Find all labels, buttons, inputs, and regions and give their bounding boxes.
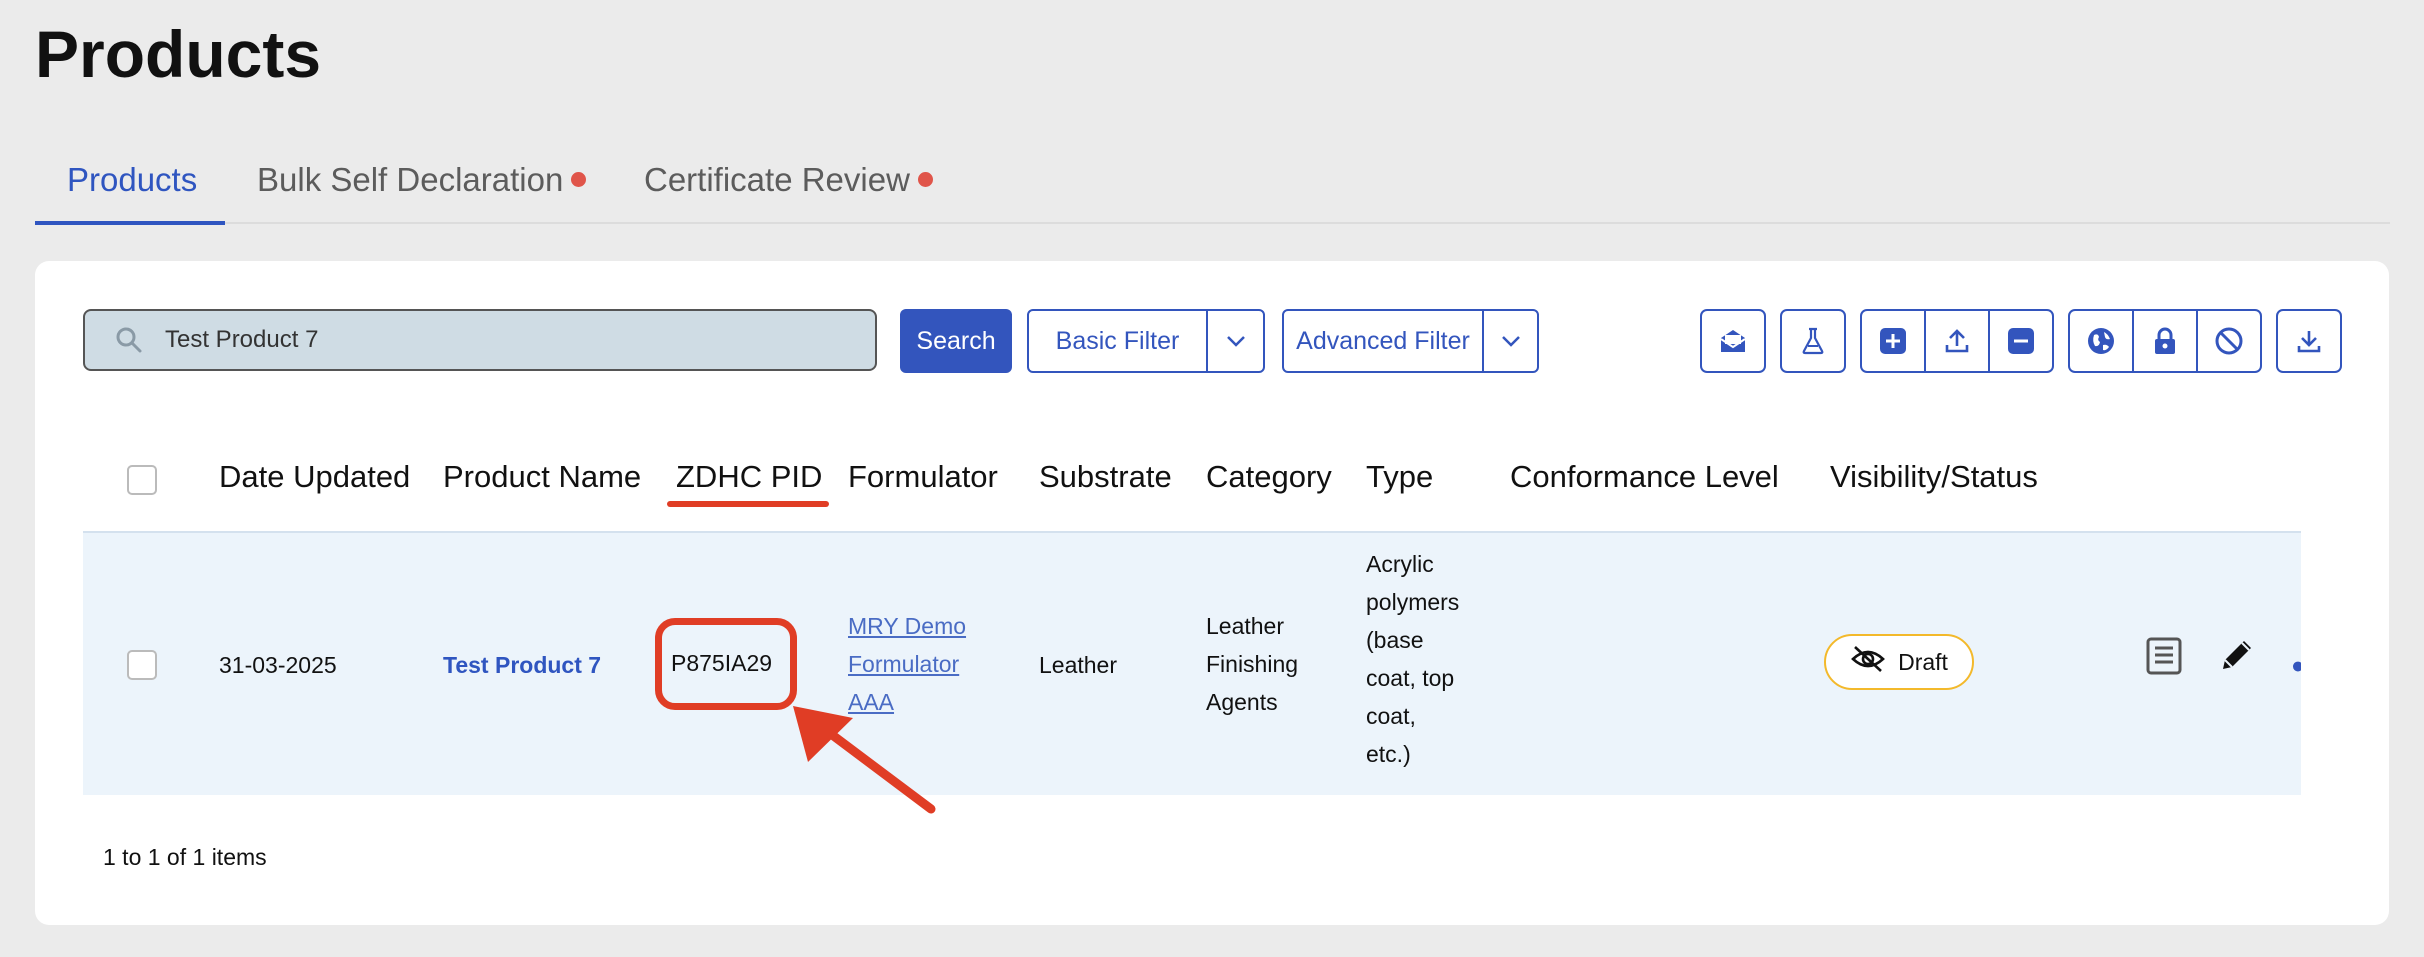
advanced-filter-dropdown[interactable]: Advanced Filter	[1282, 309, 1539, 373]
envelope-open-icon[interactable]	[1702, 311, 1764, 371]
type-line: etc.)	[1366, 741, 1411, 767]
search-button[interactable]: Search	[900, 309, 1012, 373]
cell-date-updated: 31-03-2025	[219, 652, 337, 678]
column-header-formulator[interactable]: Formulator	[848, 457, 998, 497]
chevron-down-icon[interactable]	[1208, 311, 1263, 371]
chevron-down-icon[interactable]	[1484, 311, 1537, 371]
product-name-link[interactable]: Test Product 7	[443, 646, 601, 684]
column-header-conformance-level[interactable]: Conformance Level	[1510, 457, 1779, 497]
formulator-line: MRY Demo	[848, 613, 967, 639]
search-icon	[115, 326, 143, 359]
type-line: coat, top	[1366, 665, 1455, 691]
search-input[interactable]	[165, 311, 845, 369]
ban-icon[interactable]	[2196, 311, 2260, 371]
basic-filter-label[interactable]: Basic Filter	[1029, 311, 1208, 371]
tab-bar: Products Bulk Self Declaration Certifica…	[35, 140, 2390, 225]
product-actions-group	[1860, 309, 2054, 373]
type-line: coat,	[1366, 703, 1416, 729]
lab-button-group	[1780, 309, 1846, 373]
cell-category: Leather Finishing Agents	[1206, 607, 1298, 721]
download-icon[interactable]	[2278, 311, 2340, 371]
tab-certificate-review-label: Certificate Review	[644, 161, 910, 198]
type-line: Acrylic	[1366, 551, 1434, 577]
plus-square-icon[interactable]	[1862, 311, 1924, 371]
pagination-summary: 1 to 1 of 1 items	[103, 844, 267, 870]
column-header-substrate[interactable]: Substrate	[1039, 457, 1172, 497]
type-line: polymers	[1366, 589, 1460, 615]
invite-button-group	[1700, 309, 1766, 373]
flask-icon[interactable]	[1782, 311, 1844, 371]
category-line: Leather	[1206, 613, 1285, 639]
pencil-icon[interactable]	[2217, 635, 2257, 686]
search-box	[83, 309, 877, 371]
basic-filter-dropdown[interactable]: Basic Filter	[1027, 309, 1265, 373]
tab-products-label: Products	[67, 161, 198, 198]
page-title: Products	[35, 17, 322, 91]
tab-bulk-self-declaration-label: Bulk Self Declaration	[257, 161, 564, 198]
document-icon[interactable]	[2145, 636, 2183, 687]
column-header-product-name[interactable]: Product Name	[443, 457, 641, 497]
column-header-type[interactable]: Type	[1366, 457, 1433, 497]
annotation-underline	[667, 501, 829, 507]
eye-slash-icon	[1850, 644, 1886, 680]
active-tab-indicator	[35, 221, 225, 225]
tab-products[interactable]: Products	[67, 140, 197, 220]
status-label: Draft	[1898, 648, 1948, 675]
type-line: (base	[1366, 627, 1424, 653]
tab-certificate-review[interactable]: Certificate Review	[644, 140, 933, 220]
lock-icon[interactable]	[2132, 311, 2196, 371]
products-card: Search Basic Filter Advanced Filter	[35, 261, 2389, 925]
formulator-link[interactable]: MRY Demo Formulator AAA	[848, 607, 966, 721]
row-checkbox[interactable]	[127, 650, 157, 680]
status-badge: Draft	[1824, 634, 1974, 690]
column-header-zdhc-pid[interactable]: ZDHC PID	[676, 457, 822, 497]
visibility-actions-group	[2068, 309, 2262, 373]
export-button-group	[2276, 309, 2342, 373]
column-header-date-updated[interactable]: Date Updated	[219, 457, 410, 497]
minus-square-icon[interactable]	[1988, 311, 2052, 371]
globe-icon[interactable]	[2070, 311, 2132, 371]
column-header-category[interactable]: Category	[1206, 457, 1332, 497]
select-all-checkbox[interactable]	[127, 465, 157, 495]
category-line: Agents	[1206, 689, 1278, 715]
category-line: Finishing	[1206, 651, 1299, 677]
notification-dot	[571, 172, 587, 187]
cell-substrate: Leather	[1039, 652, 1118, 678]
cell-type: Acrylic polymers (base coat, top coat, e…	[1366, 545, 1459, 773]
tab-bulk-self-declaration[interactable]: Bulk Self Declaration	[257, 140, 587, 220]
more-actions-icon[interactable]: ●	[2291, 646, 2301, 684]
annotation-highlight-box	[655, 618, 797, 710]
upload-icon[interactable]	[1924, 311, 1988, 371]
notification-dot	[917, 172, 933, 187]
column-header-visibility-status[interactable]: Visibility/Status	[1830, 457, 2038, 497]
advanced-filter-label[interactable]: Advanced Filter	[1284, 311, 1484, 371]
formulator-line: Formulator	[848, 651, 960, 677]
annotation-arrow	[793, 706, 936, 814]
